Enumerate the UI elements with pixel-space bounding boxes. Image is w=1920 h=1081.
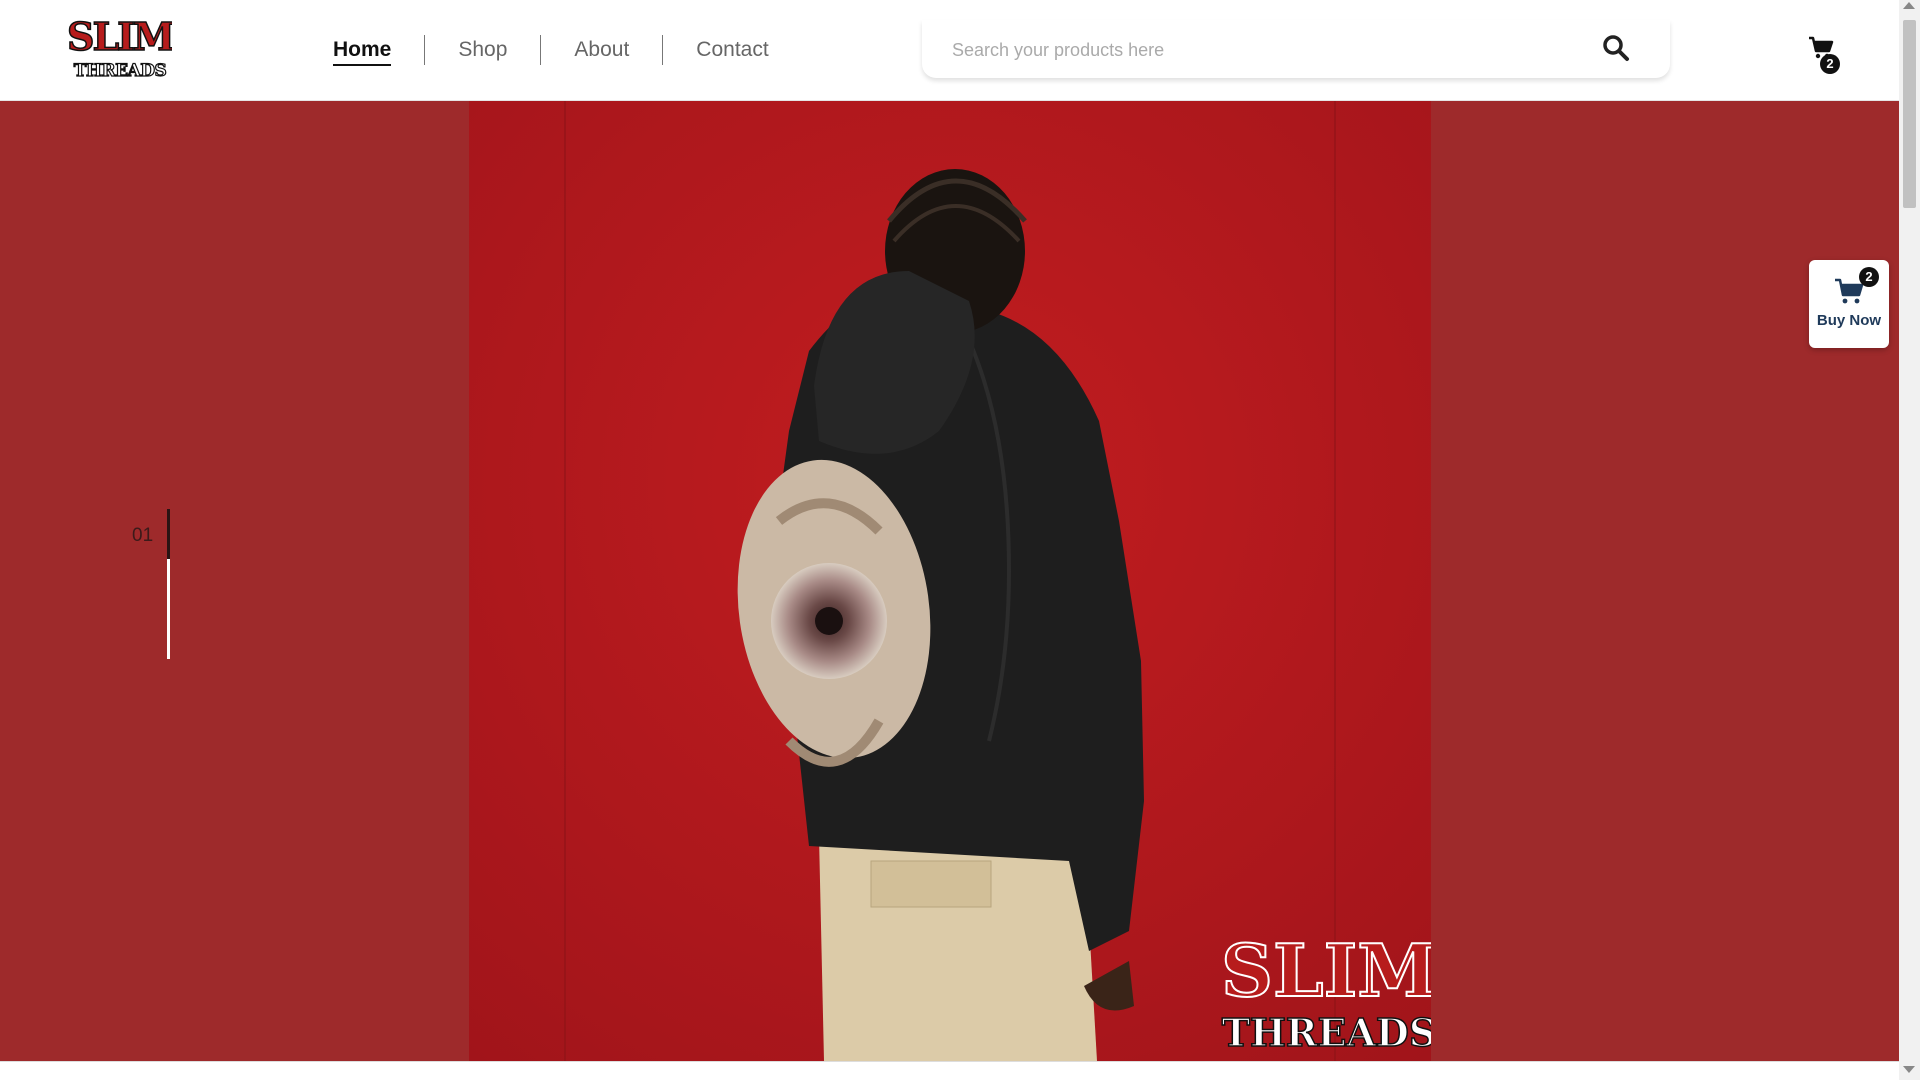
hero-logo-bottom: THREADS xyxy=(1222,1010,1431,1055)
nav-home[interactable]: Home xyxy=(300,37,424,66)
buy-now-button[interactable]: 2 Buy Now xyxy=(1809,260,1889,348)
nav-shop[interactable]: Shop xyxy=(425,37,540,63)
cart-count-badge: 2 xyxy=(1820,54,1840,74)
search-icon[interactable] xyxy=(1602,34,1630,62)
nav-about-label: About xyxy=(574,38,630,61)
search-bar xyxy=(922,20,1670,78)
scroll-up-arrow-icon[interactable] xyxy=(1903,2,1915,9)
nav-shop-label: Shop xyxy=(458,38,508,61)
hero-banner: 01 SLIM THREADS 2 Buy Now xyxy=(0,101,1899,1061)
logo-text-bottom: THREADS xyxy=(74,61,167,81)
brand-logo[interactable]: SLIM THREADS xyxy=(68,14,172,84)
hero-logo-top: SLIM xyxy=(1221,928,1431,1013)
site-header: SLIM THREADS Home Shop About Contact 2 xyxy=(0,0,1899,101)
hero-product-image: SLIM THREADS xyxy=(469,101,1431,1061)
nav-contact[interactable]: Contact xyxy=(663,37,801,63)
slide-progress-fill xyxy=(167,509,170,559)
logo-text-top: SLIM xyxy=(68,14,172,59)
slide-number: 01 xyxy=(132,525,154,546)
search-input[interactable] xyxy=(950,34,1554,66)
buy-now-label: Buy Now xyxy=(1816,312,1882,329)
logo-image: SLIM THREADS xyxy=(68,14,172,82)
page-bottom-edge xyxy=(0,1061,1899,1081)
nav-about[interactable]: About xyxy=(541,37,662,63)
main-nav: Home Shop About Contact xyxy=(300,0,802,100)
nav-home-label: Home xyxy=(333,38,392,66)
scroll-down-arrow-icon[interactable] xyxy=(1903,1066,1915,1073)
nav-contact-label: Contact xyxy=(696,38,769,61)
slide-progress[interactable] xyxy=(167,509,170,659)
buy-now-count-badge: 2 xyxy=(1859,267,1879,287)
scrollbar-thumb[interactable] xyxy=(1903,20,1916,208)
